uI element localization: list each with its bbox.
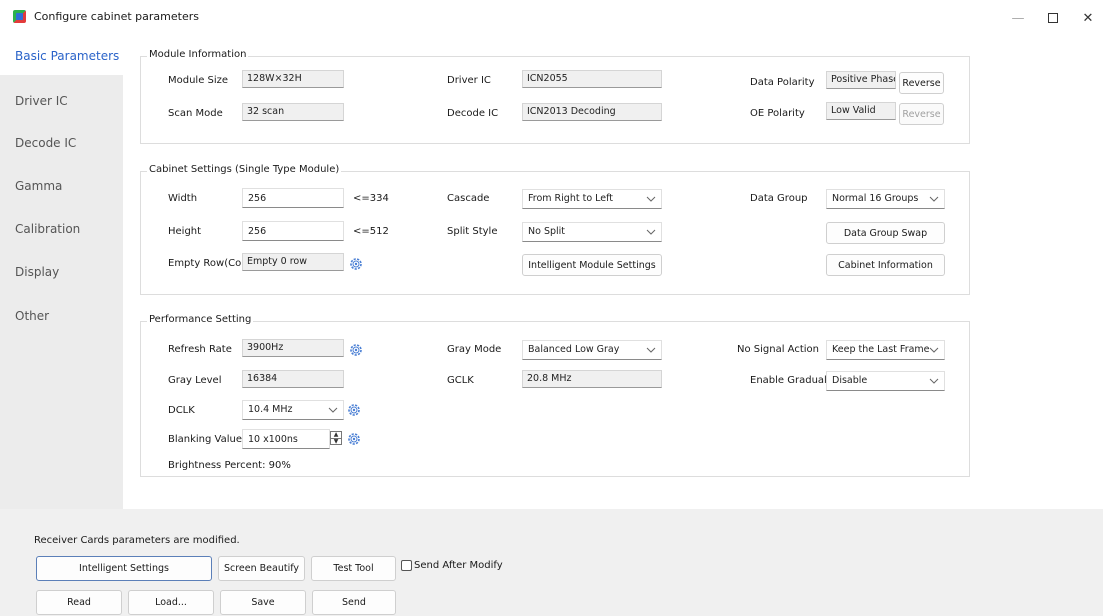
gray-mode-select[interactable]: Balanced Low Gray — [522, 340, 662, 360]
app-icon — [13, 10, 26, 23]
window-title: Configure cabinet parameters — [34, 10, 199, 23]
read-button[interactable]: Read — [36, 590, 122, 615]
spin-down-icon[interactable]: ▼ — [331, 438, 341, 445]
footer-panel: Receiver Cards parameters are modified. … — [0, 509, 1103, 616]
gray-level-field: 16384 — [242, 370, 344, 388]
enable-gradual-label: Enable Gradual — [750, 375, 827, 386]
dclk-settings-gear-icon[interactable] — [347, 403, 361, 417]
chevron-down-icon — [929, 378, 939, 384]
split-style-select[interactable]: No Split — [522, 222, 662, 242]
close-button[interactable]: ✕ — [1073, 7, 1103, 29]
group-title: Performance Setting — [147, 314, 254, 325]
cabinet-information-button[interactable]: Cabinet Information — [826, 254, 945, 276]
chevron-down-icon — [929, 196, 939, 202]
gray-level-label: Gray Level — [168, 375, 222, 386]
test-tool-button[interactable]: Test Tool — [311, 556, 396, 581]
blanking-value-label: Blanking Value — [168, 434, 242, 445]
no-signal-action-select[interactable]: Keep the Last Frame — [826, 340, 945, 360]
split-style-label: Split Style — [447, 226, 498, 237]
chevron-down-icon — [646, 229, 656, 235]
group-title: Module Information — [147, 49, 249, 60]
sidebar-item-gamma[interactable]: Gamma — [0, 167, 123, 205]
module-size-field: 128W×32H — [242, 70, 344, 88]
send-button[interactable]: Send — [312, 590, 396, 615]
screen-beautify-button[interactable]: Screen Beautify — [218, 556, 305, 581]
sidebar-item-driver-ic[interactable]: Driver IC — [0, 82, 123, 120]
no-signal-action-label: No Signal Action — [737, 344, 819, 355]
gclk-label: GCLK — [447, 375, 474, 386]
oe-polarity-label: OE Polarity — [750, 108, 805, 119]
data-polarity-field: Positive Phase — [826, 71, 896, 89]
enable-gradual-select[interactable]: Disable — [826, 371, 945, 391]
maximize-button[interactable] — [1038, 7, 1068, 29]
intelligent-settings-button[interactable]: Intelligent Settings — [36, 556, 212, 581]
data-group-value: Normal 16 Groups — [832, 193, 919, 204]
gclk-field: 20.8 MHz — [522, 370, 662, 388]
width-limit: <=334 — [353, 193, 389, 204]
width-label: Width — [168, 193, 198, 204]
height-input[interactable] — [242, 221, 344, 241]
gray-mode-value: Balanced Low Gray — [528, 344, 620, 355]
cascade-label: Cascade — [447, 193, 490, 204]
decode-ic-field: ICN2013 Decoding — [522, 103, 662, 121]
enable-gradual-value: Disable — [832, 375, 868, 386]
refresh-rate-field: 3900Hz — [242, 339, 344, 357]
chevron-down-icon — [328, 407, 338, 413]
refresh-rate-settings-gear-icon[interactable] — [349, 343, 363, 357]
chevron-down-icon — [646, 196, 656, 202]
sidebar-item-basic-parameters[interactable]: Basic Parameters — [0, 37, 123, 75]
dclk-value: 10.4 MHz — [248, 404, 293, 415]
data-group-label: Data Group — [750, 193, 808, 204]
send-after-modify-label: Send After Modify — [414, 560, 503, 571]
chevron-down-icon — [929, 347, 939, 353]
height-limit: <=512 — [353, 226, 389, 237]
data-polarity-label: Data Polarity — [750, 77, 815, 88]
group-title: Cabinet Settings (Single Type Module) — [147, 164, 342, 175]
blanking-value-input[interactable] — [242, 429, 330, 449]
data-group-swap-button[interactable]: Data Group Swap — [826, 222, 945, 244]
sidebar-item-calibration[interactable]: Calibration — [0, 210, 123, 248]
sidebar-item-other[interactable]: Other — [0, 297, 123, 335]
data-polarity-reverse-button[interactable]: Reverse — [899, 72, 944, 94]
blanking-value-spinner[interactable]: ▲ ▼ — [330, 431, 342, 445]
blanking-settings-gear-icon[interactable] — [347, 432, 361, 446]
empty-row-label: Empty Row(Col) — [168, 258, 248, 269]
scan-mode-field: 32 scan — [242, 103, 344, 121]
refresh-rate-label: Refresh Rate — [168, 344, 232, 355]
dclk-label: DCLK — [168, 405, 195, 416]
intelligent-module-settings-button[interactable]: Intelligent Module Settings — [522, 254, 662, 276]
sidebar-item-display[interactable]: Display — [0, 253, 123, 291]
save-button[interactable]: Save — [220, 590, 306, 615]
brightness-percent: Brightness Percent: 90% — [168, 460, 291, 471]
module-size-label: Module Size — [168, 75, 229, 86]
no-signal-action-value: Keep the Last Frame — [832, 344, 930, 355]
oe-polarity-field: Low Valid — [826, 102, 896, 120]
cascade-value: From Right to Left — [528, 193, 614, 204]
oe-polarity-reverse-button[interactable]: Reverse — [899, 103, 944, 125]
title-bar: Configure cabinet parameters — ✕ — [0, 0, 1103, 37]
decode-ic-label: Decode IC — [447, 108, 499, 119]
maximize-icon — [1048, 13, 1058, 23]
empty-row-settings-gear-icon[interactable] — [349, 257, 363, 271]
sidebar: Basic Parameters Driver IC Decode IC Gam… — [0, 37, 123, 509]
split-style-value: No Split — [528, 226, 566, 237]
driver-ic-field: ICN2055 — [522, 70, 662, 88]
gray-mode-label: Gray Mode — [447, 344, 502, 355]
scan-mode-label: Scan Mode — [168, 108, 223, 119]
empty-row-field: Empty 0 row — [242, 253, 344, 271]
driver-ic-label: Driver IC — [447, 75, 491, 86]
status-message: Receiver Cards parameters are modified. — [34, 535, 240, 546]
load-button[interactable]: Load... — [128, 590, 214, 615]
cascade-select[interactable]: From Right to Left — [522, 189, 662, 209]
height-label: Height — [168, 226, 202, 237]
chevron-down-icon — [646, 347, 656, 353]
width-input[interactable] — [242, 188, 344, 208]
sidebar-item-decode-ic[interactable]: Decode IC — [0, 124, 123, 162]
brightness-value: 90% — [268, 460, 291, 471]
send-after-modify-checkbox[interactable] — [401, 560, 412, 571]
data-group-select[interactable]: Normal 16 Groups — [826, 189, 945, 209]
minimize-button[interactable]: — — [1003, 7, 1033, 29]
brightness-label: Brightness Percent: — [168, 460, 266, 471]
dclk-select[interactable]: 10.4 MHz — [242, 400, 344, 420]
